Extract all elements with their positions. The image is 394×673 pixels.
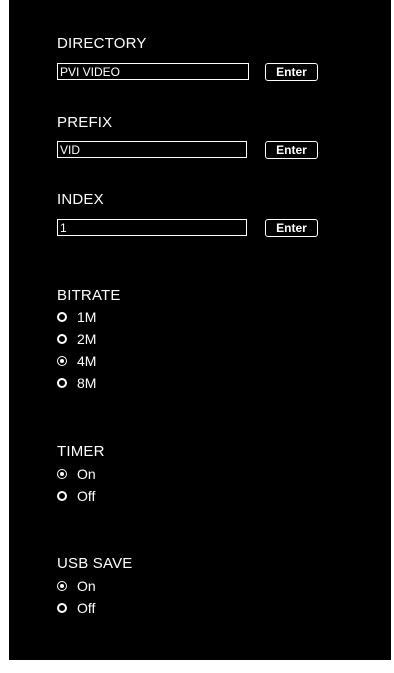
timer-option-label: Off [77,488,96,504]
directory-input[interactable] [57,63,249,80]
bitrate-option-label: 8M [77,375,97,391]
usb-save-option-on[interactable]: On [57,577,96,595]
radio-checked-icon[interactable] [57,581,67,591]
radio-unchecked-icon[interactable] [57,378,67,388]
prefix-label: PREFIX [57,114,113,131]
index-label: INDEX [57,191,104,208]
bitrate-option-2m[interactable]: 2M [57,330,96,348]
prefix-input[interactable] [57,141,247,158]
usb-save-option-label: Off [77,600,96,616]
radio-checked-icon[interactable] [57,356,67,366]
prefix-enter-button[interactable]: Enter [265,141,318,159]
directory-enter-button[interactable]: Enter [265,63,318,81]
radio-checked-icon[interactable] [57,469,67,479]
timer-label: TIMER [57,443,105,460]
settings-panel: DIRECTORY Enter PREFIX Enter INDEX Enter… [9,0,391,660]
bitrate-option-8m[interactable]: 8M [57,374,96,392]
radio-unchecked-icon[interactable] [57,312,67,322]
timer-option-on[interactable]: On [57,465,96,483]
bitrate-option-4m[interactable]: 4M [57,352,96,370]
bitrate-option-label: 4M [77,353,97,369]
bitrate-option-label: 2M [77,331,97,347]
radio-unchecked-icon[interactable] [57,603,67,613]
usb-save-option-off[interactable]: Off [57,599,95,617]
bitrate-option-1m[interactable]: 1M [57,308,96,326]
bitrate-label: BITRATE [57,287,121,304]
timer-option-off[interactable]: Off [57,487,95,505]
timer-option-label: On [77,466,96,482]
bitrate-option-label: 1M [77,309,97,325]
usb-save-label: USB SAVE [57,555,133,572]
radio-unchecked-icon[interactable] [57,334,67,344]
directory-label: DIRECTORY [57,35,147,52]
index-input[interactable] [57,219,247,236]
usb-save-option-label: On [77,578,96,594]
radio-unchecked-icon[interactable] [57,491,67,501]
index-enter-button[interactable]: Enter [265,219,318,237]
